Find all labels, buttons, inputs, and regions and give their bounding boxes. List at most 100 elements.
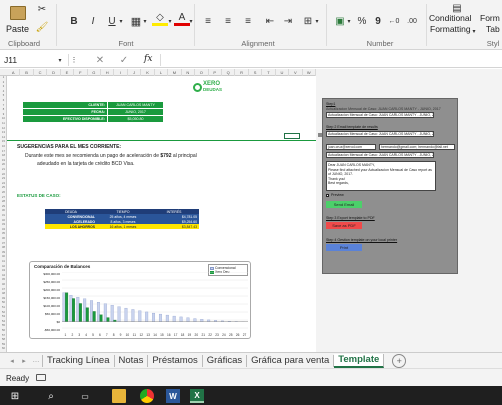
print-button[interactable]: Print	[326, 244, 362, 251]
sheet-tabs: ◂ ▸ … Tracking Línea Notas Préstamos Grá…	[0, 352, 502, 368]
comma-button[interactable]: 9	[370, 14, 386, 28]
italic-button[interactable]: I	[85, 14, 101, 28]
align-center-icon[interactable]: ≡	[220, 14, 236, 28]
format-as-table-button-2[interactable]: Tab	[486, 24, 500, 34]
conditional-formatting-button-2[interactable]: Formatting	[430, 24, 471, 34]
column-header[interactable]: K	[141, 69, 155, 76]
tab-notas[interactable]: Notas	[115, 354, 149, 367]
bold-button[interactable]: B	[66, 14, 82, 28]
balance-chart[interactable]: Comparación de Balances Convencional Xer…	[29, 261, 251, 339]
more-options-icon[interactable]: ⋮	[70, 53, 78, 67]
send-email-button[interactable]: Send Email	[326, 201, 362, 208]
column-header[interactable]: H	[101, 69, 115, 76]
x-tick-label: 6	[99, 333, 101, 337]
column-header[interactable]: G	[88, 69, 102, 76]
formula-bar: J11 ▾ ⋮ ✕ ✓ fx	[0, 52, 502, 68]
word-icon[interactable]: W	[166, 389, 180, 403]
step1-input[interactable]: Actualizacion Mensual de Caso: JUAN CARL…	[326, 112, 434, 118]
fill-dropdown-icon[interactable]: ▾	[166, 14, 174, 28]
merge-dropdown-icon[interactable]: ▾	[313, 14, 321, 28]
file-explorer-icon[interactable]	[112, 389, 126, 403]
underline-dropdown-icon[interactable]: ▾	[117, 14, 125, 28]
paste-button[interactable]: Paste	[6, 24, 29, 34]
x-tick-label: 23	[215, 333, 219, 337]
name-box[interactable]: J11	[4, 55, 56, 65]
format-as-table-button[interactable]: Form	[480, 13, 500, 23]
column-header[interactable]: E	[61, 69, 75, 76]
enter-icon[interactable]: ✓	[116, 53, 132, 67]
tab-prestamos[interactable]: Préstamos	[148, 354, 203, 367]
email-body[interactable]: Dear JUAN CARLOS MANTY, Please find atta…	[326, 161, 436, 191]
column-header[interactable]: Q	[222, 69, 236, 76]
conditional-formatting-dropdown-icon[interactable]: ▾	[470, 24, 478, 38]
task-view-icon[interactable]: ▭	[78, 389, 92, 403]
increase-indent-icon[interactable]: ⇥	[280, 14, 296, 28]
cancel-icon[interactable]: ✕	[92, 53, 108, 67]
bar-convencional	[165, 314, 169, 322]
chrome-icon[interactable]	[140, 389, 154, 403]
borders-dropdown-icon[interactable]: ▾	[141, 14, 149, 28]
from-field[interactable]: juan.cruz@xerod.com	[326, 144, 376, 150]
column-header[interactable]: I	[114, 69, 128, 76]
column-header[interactable]: D	[47, 69, 61, 76]
y-tick: $100,000.00	[43, 304, 60, 308]
scroll-left-icon[interactable]: ◂	[6, 354, 18, 368]
percent-button[interactable]: %	[354, 14, 370, 28]
selected-cell[interactable]	[284, 133, 300, 139]
column-header[interactable]: N	[182, 69, 196, 76]
scroll-right-icon[interactable]: ▸	[18, 354, 30, 368]
column-header[interactable]: W	[303, 69, 316, 76]
align-left-icon[interactable]: ≡	[200, 14, 216, 28]
align-right-icon[interactable]: ≡	[240, 14, 256, 28]
more-tabs-icon[interactable]: …	[30, 354, 42, 368]
accounting-dropdown-icon[interactable]: ▾	[345, 14, 353, 28]
increase-decimal-icon[interactable]: ←0	[386, 14, 402, 28]
windows-start-icon[interactable]: ⊞	[8, 389, 22, 403]
decrease-decimal-icon[interactable]: .00	[404, 14, 420, 28]
subject-field[interactable]: Actualizacion Mensual de Caso: JUAN CARL…	[326, 152, 434, 158]
add-sheet-icon[interactable]: +	[392, 353, 407, 368]
save-pdf-button[interactable]: Save as PDF	[326, 222, 362, 229]
column-header[interactable]: A	[7, 69, 21, 76]
decrease-indent-icon[interactable]: ⇤	[262, 14, 278, 28]
cut-icon[interactable]: ✂	[34, 2, 50, 16]
macro-record-icon[interactable]	[36, 374, 46, 381]
column-header[interactable]: T	[262, 69, 276, 76]
x-tick-label: 4	[85, 333, 87, 337]
bar-convencional	[124, 307, 128, 322]
column-header[interactable]: B	[20, 69, 34, 76]
tab-tracking-linea[interactable]: Tracking Línea	[42, 354, 115, 367]
insert-function-button[interactable]: fx	[144, 54, 152, 64]
bar-convencional	[117, 306, 121, 322]
preview-checkbox[interactable]	[326, 194, 329, 197]
column-header[interactable]: V	[289, 69, 303, 76]
column-header[interactable]: M	[168, 69, 182, 76]
excel-icon[interactable]: X	[190, 389, 204, 403]
column-header[interactable]: U	[276, 69, 290, 76]
column-header[interactable]: F	[74, 69, 88, 76]
column-header[interactable]: S	[249, 69, 263, 76]
column-header[interactable]: P	[209, 69, 222, 76]
name-box-dropdown-icon[interactable]: ▾	[56, 53, 64, 67]
worksheet[interactable]: XERO DEUDAS CLIENTE: JUAN CARLOS MANTY F…	[7, 76, 316, 352]
column-header[interactable]: L	[155, 69, 169, 76]
bar-convencional	[186, 317, 190, 322]
tab-template[interactable]: Template	[334, 353, 385, 368]
column-header[interactable]: O	[195, 69, 209, 76]
to-field[interactable]: hermando@gmail.com; hermando@fall.net	[379, 144, 455, 150]
step2-label: Step 2 Email template de results	[326, 125, 378, 129]
x-tick-label: 27	[243, 333, 247, 337]
step2-input[interactable]: Actualizacion Mensual de Caso: JUAN CARL…	[326, 131, 434, 137]
status-table: DEUDA TIEMPO INTERÉS CONVENCIONAL 25 año…	[45, 209, 199, 229]
search-icon[interactable]: ⌕	[44, 389, 58, 403]
paste-icon[interactable]	[10, 6, 26, 20]
formula-input[interactable]	[164, 55, 494, 65]
tab-graficas[interactable]: Gráficas	[203, 354, 248, 367]
column-header[interactable]: R	[235, 69, 249, 76]
bar-convencional	[131, 309, 135, 322]
column-header[interactable]: J	[128, 69, 142, 76]
tab-grafica-para-venta[interactable]: Gráfica para venta	[247, 354, 335, 367]
format-painter-icon[interactable]: 🖌	[34, 20, 50, 34]
column-header[interactable]: C	[34, 69, 48, 76]
conditional-formatting-button[interactable]: Conditional	[429, 13, 472, 23]
